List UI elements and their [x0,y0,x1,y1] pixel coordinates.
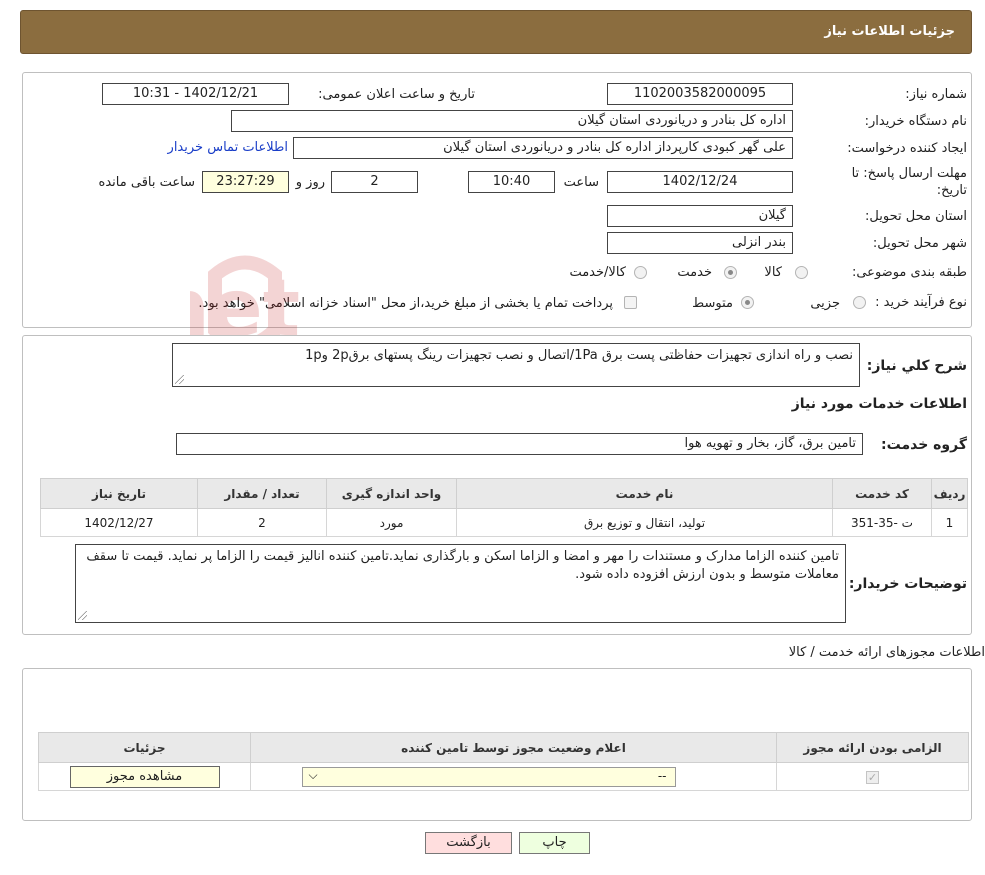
deadline-date-field: 1402/12/24 [607,171,793,193]
col-row: ردیف [931,478,968,509]
purchase-option-medium: متوسط [692,296,733,311]
deadline-time-label: ساعت [563,175,599,190]
purchase-type-label: نوع فرآیند خرید : [875,295,967,310]
service-group-field: تامین برق، گاز، بخار و تهویه هوا [176,433,863,455]
col-service-name: نام خدمت [456,478,833,509]
back-button[interactable]: بازگشت [425,832,512,854]
remaining-time-label: ساعت باقی مانده [98,175,195,190]
deadline-time-field: 10:40 [468,171,555,193]
buyer-org-label: نام دستگاه خریدار: [864,114,967,129]
purchase-radio-minor[interactable] [853,296,866,309]
licenses-title: اطلاعات مجوزهای ارائه خدمت / کالا [788,645,985,660]
col-license-required: الزامی بودن ارائه مجوز [776,732,969,763]
buyer-notes-text: تامین کننده الزاما مدارک و مستندات را مه… [86,549,839,582]
category-radio-service[interactable] [724,266,737,279]
cell-service-code: ت -35-351 [832,508,932,537]
treasury-payment-note: پرداخت تمام یا بخشی از مبلغ خرید،از محل … [198,296,613,311]
remaining-time-field: 23:27:29 [202,171,289,193]
category-radio-goods-service[interactable] [634,266,647,279]
cell-row: 1 [931,508,968,537]
summary-textarea: نصب و راه اندازی تجهیزات حفاظتی پست برق … [172,343,860,387]
col-quantity: تعداد / مقدار [197,478,327,509]
cell-license-required: ✓ [776,762,969,791]
print-button[interactable]: چاپ [519,832,590,854]
purchase-option-minor: جزیی [810,296,840,311]
resize-grip-icon[interactable] [78,611,87,620]
table-row: ✓ -- ⌵ مشاهده مجوز [38,762,969,791]
page-header: جزئیات اطلاعات نیاز [20,10,972,54]
category-option-service: خدمت [677,265,712,280]
licenses-table-header: الزامی بودن ارائه مجوز اعلام وضعیت مجوز … [38,732,969,763]
province-label: استان محل تحویل: [865,209,967,224]
need-number-field: 1102003582000095 [607,83,793,105]
category-label: طبقه بندی موضوعی: [851,265,967,280]
buyer-org-field: اداره کل بنادر و دریانوردی استان گیلان [231,110,793,132]
table-row: 1 ت -35-351 تولید، انتقال و توزیع برق مو… [40,508,968,537]
cell-license-status: -- ⌵ [250,762,777,791]
buyer-notes-label: توضیحات خریدار: [848,576,967,592]
license-required-checkbox: ✓ [866,770,879,784]
license-status-value: -- [657,768,667,783]
resize-grip-icon[interactable] [175,375,184,384]
page-title: جزئیات اطلاعات نیاز [824,24,955,39]
service-group-label: گروه خدمت: [881,437,967,453]
cell-license-details: مشاهده مجوز [38,762,251,791]
category-option-goods: کالا [764,265,782,280]
licenses-table-wrapper: الزامی بودن ارائه مجوز اعلام وضعیت مجوز … [38,732,969,791]
cell-unit: مورد [326,508,457,537]
cell-quantity: 2 [197,508,327,537]
col-license-status: اعلام وضعیت مجوز توسط تامین کننده [250,732,777,763]
treasury-payment-checkbox[interactable] [624,296,637,309]
services-table: ردیف کد خدمت نام خدمت واحد اندازه گیری ت… [40,478,968,537]
col-unit: واحد اندازه گیری [326,478,457,509]
col-license-details: جزئیات [38,732,251,763]
remaining-days-field: 2 [331,171,418,193]
services-title: اطلاعات خدمات مورد نياز [791,396,967,412]
deadline-label: مهلت ارسال پاسخ: تا تاریخ: [851,166,967,198]
summary-label: شرح کلي نياز: [866,358,967,374]
col-service-code: کد خدمت [832,478,932,509]
buyer-contact-link[interactable]: اطلاعات تماس خریدار [168,140,288,155]
category-option-goods-service: کالا/خدمت [569,265,626,280]
cell-need-date: 1402/12/27 [40,508,198,537]
services-table-wrapper: ردیف کد خدمت نام خدمت واحد اندازه گیری ت… [40,478,968,537]
need-number-label: شماره نیاز: [905,87,967,102]
licenses-table: الزامی بودن ارائه مجوز اعلام وضعیت مجوز … [38,732,969,791]
city-field: بندر انزلی [607,232,793,254]
services-table-header: ردیف کد خدمت نام خدمت واحد اندازه گیری ت… [40,478,968,509]
city-label: شهر محل تحویل: [872,236,967,251]
category-radio-goods[interactable] [795,266,808,279]
summary-text: نصب و راه اندازی تجهیزات حفاظتی پست برق … [305,348,853,363]
days-label: روز و [295,175,325,190]
announce-datetime-field: 1402/12/21 - 10:31 [102,83,289,105]
requester-label: ایجاد کننده درخواست: [847,141,967,156]
buyer-notes-textarea: تامین کننده الزاما مدارک و مستندات را مه… [75,544,846,623]
col-need-date: تاریخ نیاز [40,478,198,509]
province-field: گیلان [607,205,793,227]
chevron-down-icon: ⌵ [308,767,318,782]
view-license-button[interactable]: مشاهده مجوز [69,765,220,788]
requester-field: علی گهر کبودی کارپرداز اداره کل بنادر و … [293,137,793,159]
purchase-radio-medium[interactable] [741,296,754,309]
cell-service-name: تولید، انتقال و توزیع برق [456,508,833,537]
announce-datetime-label: تاریخ و ساعت اعلان عمومی: [318,87,475,102]
license-status-select[interactable]: -- ⌵ [301,766,676,787]
